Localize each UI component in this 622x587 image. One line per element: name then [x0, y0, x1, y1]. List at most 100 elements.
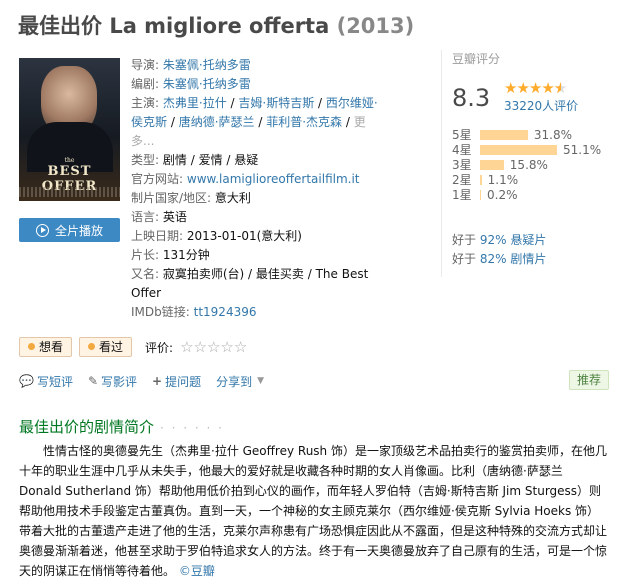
cast-link[interactable]: 唐纳德·萨瑟兰	[179, 115, 255, 129]
movie-info: 导演: 朱塞佩·托纳多雷 编剧: 朱塞佩·托纳多雷 主演: 杰弗里·拉什 / 吉…	[131, 56, 386, 322]
synopsis-text: 性情古怪的奥德曼先生（杰弗里·拉什 Geoffrey Rush 饰）是一家顶级艺…	[19, 441, 609, 581]
watched-label: 看过	[99, 340, 124, 354]
synopsis-title: 最佳出价的剧情简介	[19, 418, 155, 436]
synopsis-body: 性情古怪的奥德曼先生（杰弗里·拉什 Geoffrey Rush 饰）是一家顶级艺…	[19, 444, 608, 578]
rating-bar-row: 3星 15.8%	[452, 157, 601, 173]
review-label: 写影评	[101, 374, 138, 389]
rating-score: 8.3	[452, 84, 491, 112]
rating-bar-fill	[480, 129, 528, 140]
rating-stars: ★★★★★	[504, 79, 567, 97]
official-site-link[interactable]: www.lamiglioreoffertailfilm.it	[187, 172, 360, 186]
rating-bar-row: 1星 0.2%	[452, 187, 601, 203]
share-dropdown[interactable]: 分享到 ▼	[216, 373, 264, 390]
genre: 悬疑	[234, 153, 259, 167]
director-link[interactable]: 朱塞佩·托纳多雷	[163, 58, 251, 72]
check-icon	[88, 343, 96, 350]
better-than-prefix: 好于	[452, 233, 480, 247]
poster-title-small: the	[64, 157, 75, 164]
aka-row: 又名: 寂寞拍卖师(台) / 最佳买卖 / The Best Offer	[131, 265, 381, 303]
rating-bar-row: 2星 1.1%	[452, 172, 601, 188]
eye-icon	[28, 343, 35, 350]
release-value: 2013-01-01(意大利)	[186, 229, 302, 243]
cast-link[interactable]: 菲利普·杰克森	[266, 115, 342, 129]
better-than-percent-link[interactable]: 82%	[480, 252, 507, 266]
writer-link[interactable]: 朱塞佩·托纳多雷	[163, 77, 251, 91]
recommend-button[interactable]: 推荐	[568, 370, 609, 390]
heading-dots: · · · · · ·	[160, 421, 224, 435]
imdb-label: IMDb链接:	[131, 305, 190, 319]
better-than-genre-link[interactable]: 剧情片	[510, 252, 546, 266]
star-icon: ★	[541, 79, 554, 97]
rating-bar-row: 4星 51.1%	[452, 142, 602, 158]
want-to-watch-button[interactable]: 想看	[19, 337, 73, 357]
imdb-link[interactable]: tt1924396	[194, 305, 257, 319]
language-label: 语言:	[131, 210, 160, 224]
writer-row: 编剧: 朱塞佩·托纳多雷	[131, 75, 386, 94]
release-label: 上映日期:	[131, 229, 184, 243]
movie-poster[interactable]: the BEST OFFER	[19, 58, 120, 201]
rating-bar-fill	[480, 189, 481, 200]
runtime-value: 131分钟	[162, 248, 210, 262]
cast-link[interactable]: 杰弗里·拉什	[163, 96, 227, 110]
star-icon: ★	[528, 79, 542, 97]
play-button-label: 全片播放	[54, 223, 103, 238]
comment-icon: 💬	[19, 374, 34, 388]
play-circle-icon	[35, 223, 49, 237]
rating-bar-percent: 31.8%	[533, 127, 573, 142]
release-row: 上映日期: 2013-01-01(意大利)	[131, 227, 386, 246]
rating-label: 豆瓣评分	[452, 52, 501, 66]
rating-bar-fill	[480, 174, 482, 185]
watched-button[interactable]: 看过	[79, 337, 133, 357]
site-row: 官方网站: www.lamiglioreoffertailfilm.it	[131, 170, 386, 189]
better-than: 好于 92% 悬疑片 好于 82% 剧情片	[452, 231, 546, 269]
play-full-movie-button[interactable]: 全片播放	[19, 218, 120, 242]
pencil-icon: ✎	[87, 374, 99, 388]
runtime-row: 片长: 131分钟	[131, 246, 386, 265]
write-review[interactable]: ✎ 写影评	[88, 373, 137, 390]
plus-icon: +	[152, 374, 163, 388]
source-link[interactable]: ©豆瓣	[179, 564, 215, 578]
aka-value: 寂寞拍卖师(台) / 最佳买卖 / The Best Offer	[131, 267, 369, 300]
write-short-review[interactable]: 💬 写短评	[19, 373, 73, 390]
cast-row: 主演: 杰弗里·拉什 / 吉姆·斯特吉斯 / 西尔维娅·侯克斯 / 唐纳德·萨瑟…	[131, 96, 378, 148]
rating-bar-row: 5星 31.8%	[452, 127, 601, 143]
rating-bar-label: 1星	[452, 188, 472, 202]
want-label: 想看	[39, 340, 64, 354]
votes-link[interactable]: 33220人评价	[504, 97, 578, 114]
user-actions: 想看 看过 评价: ☆☆☆☆☆	[19, 337, 247, 357]
rate-stars-input[interactable]: ☆☆☆☆☆	[180, 338, 247, 356]
aka-label: 又名:	[131, 267, 160, 281]
title-year: (2013)	[336, 14, 415, 38]
genre: 爱情	[198, 153, 223, 167]
country-label: 制片国家/地区:	[131, 191, 212, 205]
better-than-percent-link[interactable]: 92%	[480, 233, 507, 247]
language-value: 英语	[162, 210, 187, 224]
director-row: 导演: 朱塞佩·托纳多雷	[131, 56, 386, 75]
better-than-genre-link[interactable]: 悬疑片	[510, 233, 546, 247]
rating-bar-percent: 1.1%	[487, 172, 519, 187]
ask-question[interactable]: + 提问题	[152, 373, 201, 390]
caret-down-icon: ▼	[257, 376, 265, 386]
genre-row: 类型: 剧情 / 爱情 / 悬疑	[131, 153, 259, 167]
country-value: 意大利	[214, 191, 251, 205]
better-than-row: 好于 92% 悬疑片	[452, 231, 546, 250]
page-title: 最佳出价 La migliore offerta (2013)	[18, 10, 414, 40]
rating-bar-percent: 0.2%	[487, 187, 518, 202]
share-label: 分享到	[216, 374, 253, 389]
title-original: La migliore offerta	[109, 14, 330, 38]
review-toolbar: 💬 写短评 ✎ 写影评 + 提问题 分享到 ▼ 推荐	[19, 370, 609, 391]
better-than-prefix: 好于	[452, 252, 480, 266]
half-star-icon: ★	[554, 79, 567, 97]
rating-distribution: 5星 31.8% 4星 51.1% 3星 15.8% 2星 1.1% 1星 0.2%	[452, 127, 602, 203]
rating-bar-percent: 51.1%	[563, 142, 602, 157]
star-icon: ★	[516, 79, 529, 97]
short-review-label: 写短评	[36, 374, 73, 389]
writer-label: 编剧:	[131, 77, 160, 91]
cast-link[interactable]: 吉姆·斯特吉斯	[238, 96, 314, 110]
genre-label: 类型:	[131, 153, 160, 167]
rating-bar-fill	[480, 159, 504, 170]
director-label: 导演:	[131, 58, 160, 72]
poster-credits	[19, 187, 120, 197]
runtime-label: 片长:	[131, 248, 160, 262]
rate-label: 评价:	[145, 340, 174, 355]
